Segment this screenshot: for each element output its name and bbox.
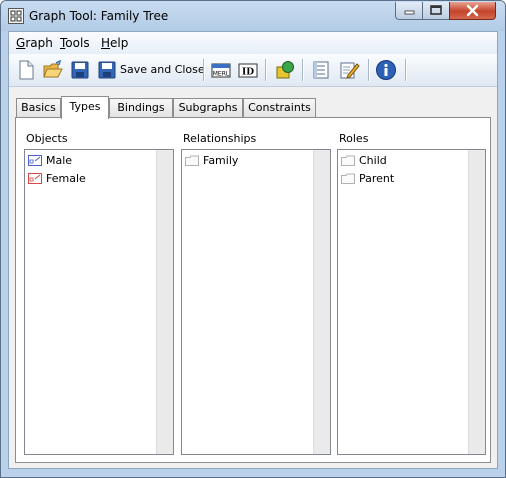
- merl-icon[interactable]: MERL: [210, 59, 232, 81]
- title-bar[interactable]: Graph Tool: Family Tree: [1, 1, 505, 31]
- open-folder-icon[interactable]: [42, 59, 64, 81]
- tab-subgraphs[interactable]: Subgraphs: [173, 98, 243, 118]
- roles-label: Roles: [339, 132, 369, 145]
- svg-text:ID: ID: [242, 68, 254, 78]
- role-icon: [341, 173, 355, 184]
- male-object-icon: [28, 155, 42, 166]
- app-icon: [8, 8, 24, 24]
- tab-bindings[interactable]: Bindings: [109, 98, 173, 118]
- shapes-icon[interactable]: [274, 59, 296, 81]
- edit-icon[interactable]: [338, 59, 360, 81]
- save-and-close-button[interactable]: Save and Close: [120, 63, 205, 76]
- relationships-scrollbar[interactable]: [313, 150, 330, 454]
- save-icon[interactable]: [69, 59, 91, 81]
- client-area: Graph Tools Help Save and Close MERL ID …: [8, 31, 498, 469]
- relationships-label: Relationships: [183, 132, 257, 145]
- id-icon[interactable]: ID: [237, 59, 259, 81]
- window-title: Graph Tool: Family Tree: [29, 9, 169, 23]
- menu-graph[interactable]: Graph: [16, 36, 53, 50]
- role-icon: [341, 155, 355, 166]
- new-file-icon[interactable]: [15, 59, 37, 81]
- roles-scrollbar[interactable]: [468, 150, 485, 454]
- list-view-icon[interactable]: [310, 59, 332, 81]
- menu-bar: Graph Tools Help: [9, 32, 497, 55]
- types-panel: Objects Male Female Relationships Family: [15, 117, 491, 463]
- menu-tools[interactable]: Tools: [60, 36, 90, 50]
- objects-label: Objects: [26, 132, 68, 145]
- objects-scrollbar[interactable]: [156, 150, 173, 454]
- close-icon: [466, 4, 479, 17]
- maximize-button[interactable]: [422, 2, 450, 20]
- relationships-list[interactable]: Family: [181, 149, 331, 455]
- relationship-icon: [185, 155, 199, 166]
- toolbar-separator: [265, 59, 266, 81]
- maximize-icon: [430, 5, 442, 15]
- toolbar-separator: [302, 59, 303, 81]
- tab-constraints[interactable]: Constraints: [243, 98, 316, 118]
- objects-list[interactable]: Male Female: [24, 149, 174, 455]
- toolbar-separator: [203, 59, 204, 81]
- toolbar-separator: [368, 59, 369, 81]
- roles-list[interactable]: Child Parent: [337, 149, 486, 455]
- graph-tool-window: Graph Tool: Family Tree Graph Tools Help: [0, 0, 506, 478]
- tab-basics[interactable]: Basics: [16, 98, 61, 118]
- minimize-button[interactable]: [395, 2, 423, 20]
- menu-help[interactable]: Help: [101, 36, 128, 50]
- save-and-close-icon[interactable]: [96, 59, 118, 81]
- svg-text:MERL: MERL: [213, 71, 230, 78]
- minimize-icon: [404, 10, 415, 15]
- female-object-icon: [28, 173, 42, 184]
- toolbar: Save and Close MERL ID: [9, 54, 497, 87]
- tab-types[interactable]: Types: [61, 96, 109, 119]
- toolbar-separator: [405, 59, 406, 81]
- info-icon[interactable]: [375, 59, 397, 81]
- close-button[interactable]: [449, 2, 496, 20]
